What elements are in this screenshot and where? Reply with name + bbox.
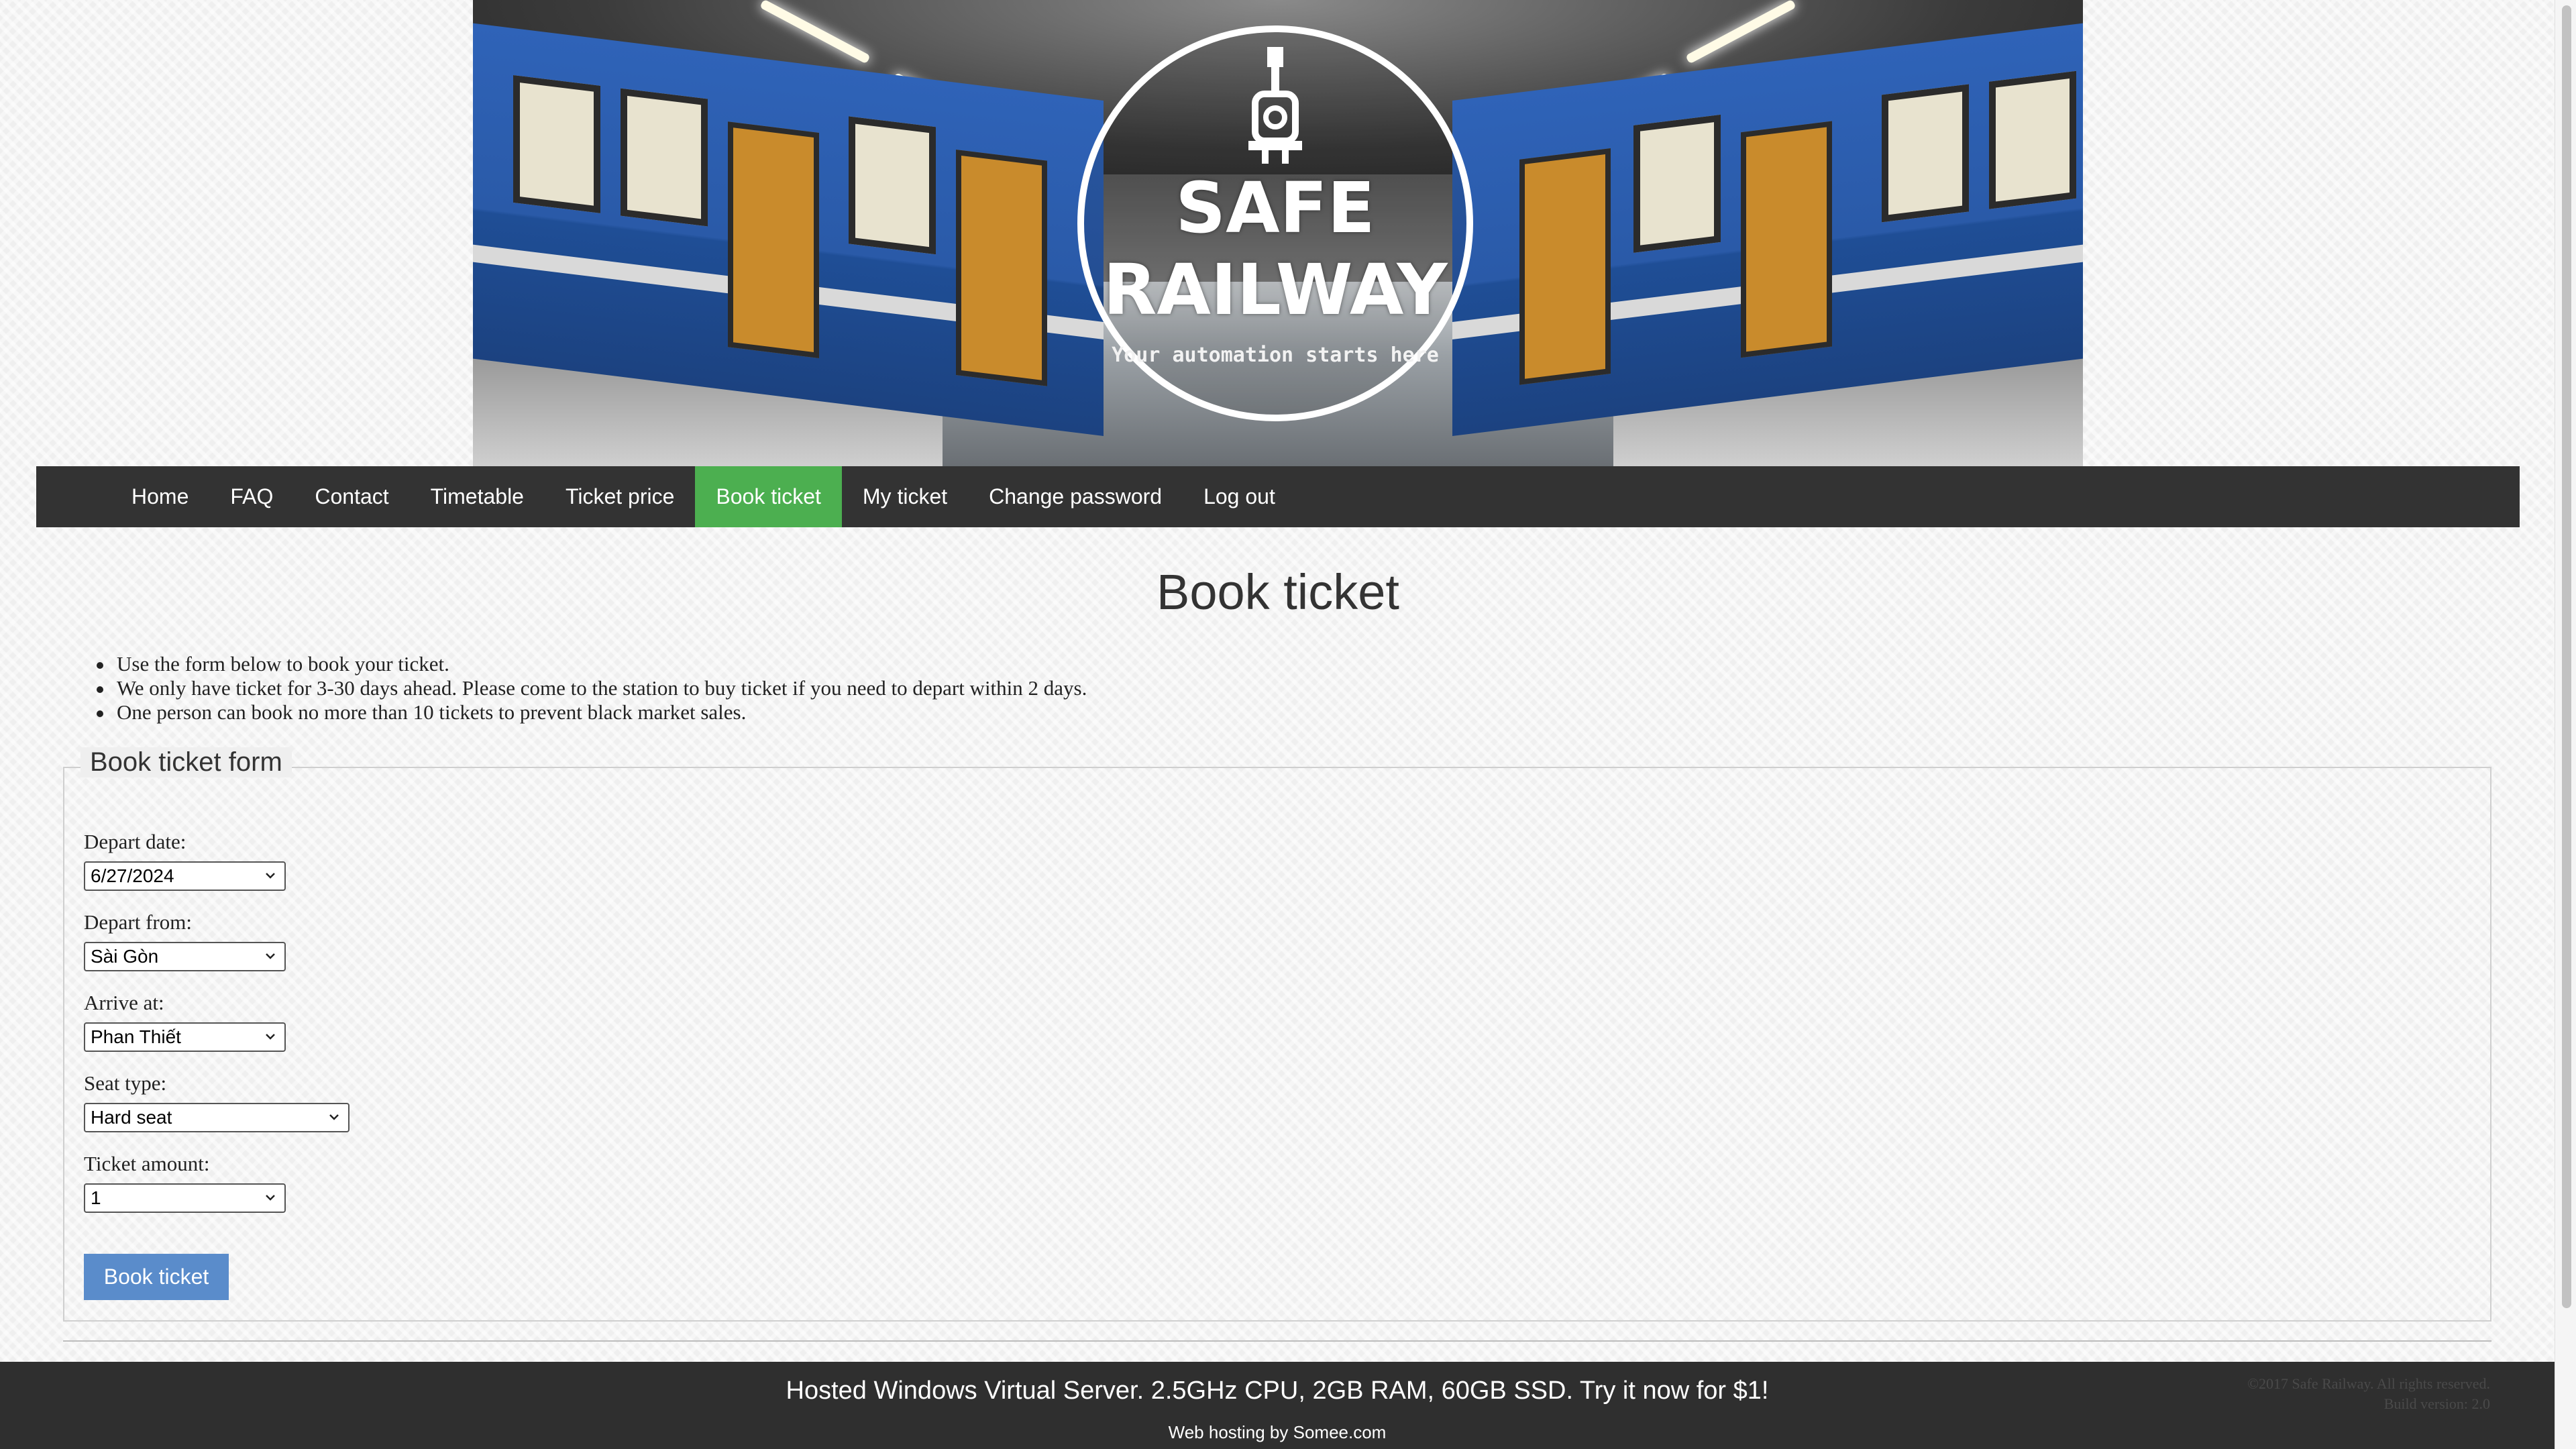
arrive-at-select[interactable]: Phan Thiết	[84, 1022, 286, 1052]
train-door	[1741, 121, 1832, 358]
nav-ticket-price[interactable]: Ticket price	[545, 466, 695, 527]
train-window	[513, 74, 600, 213]
list-item: One person can book no more than 10 tick…	[93, 700, 1087, 724]
content-divider	[63, 1340, 2491, 1342]
train-logo-icon	[1248, 47, 1302, 164]
nav-book-ticket[interactable]: Book ticket	[695, 466, 842, 527]
instructions-list: Use the form below to book your ticket. …	[93, 652, 1087, 724]
copyright-text: ©2017 Safe Railway. All rights reserved.	[2247, 1375, 2490, 1392]
chevron-down-icon	[266, 953, 275, 959]
depart-from-select[interactable]: Sài Gòn	[84, 942, 286, 971]
logo-title-line2: RAILWAY	[1103, 249, 1448, 331]
seat-type-label: Seat type:	[84, 1071, 167, 1095]
chevron-down-icon	[329, 1114, 339, 1120]
nav-change-password[interactable]: Change password	[968, 466, 1183, 527]
train-door	[956, 149, 1047, 386]
depart-from-label: Depart from:	[84, 910, 192, 934]
ticket-amount-select[interactable]: 1	[84, 1183, 286, 1213]
form-legend: Book ticket form	[80, 747, 292, 777]
nav-timetable[interactable]: Timetable	[410, 466, 545, 527]
depart-date-label: Depart date:	[84, 830, 186, 853]
book-ticket-fieldset	[63, 767, 2491, 1322]
ticket-amount-value: 1	[91, 1187, 101, 1208]
scrollbar-thumb[interactable]	[2562, 5, 2571, 1308]
book-ticket-button[interactable]: Book ticket	[84, 1254, 229, 1300]
nav-log-out[interactable]: Log out	[1183, 466, 1296, 527]
footer: Hosted Windows Virtual Server. 2.5GHz CP…	[0, 1362, 2555, 1449]
train-window	[1989, 70, 2076, 209]
seat-type-value: Hard seat	[91, 1107, 172, 1128]
depart-from-value: Sài Gòn	[91, 946, 159, 967]
nav-home[interactable]: Home	[111, 466, 209, 527]
train-door	[728, 121, 819, 358]
copyright-block: ©2017 Safe Railway. All rights reserved.…	[2247, 1374, 2490, 1414]
logo-title-line1: SAFE	[1175, 167, 1375, 249]
train-door	[1519, 148, 1611, 385]
nav-faq[interactable]: FAQ	[209, 466, 294, 527]
chevron-down-icon	[266, 873, 275, 879]
depart-date-value: 6/27/2024	[91, 865, 174, 886]
hosting-credit-link[interactable]: Web hosting by Somee.com	[0, 1422, 2555, 1443]
logo-tagline: Your automation starts here	[1112, 343, 1439, 367]
nav-contact[interactable]: Contact	[294, 466, 409, 527]
arrive-at-label: Arrive at:	[84, 991, 164, 1014]
list-item: We only have ticket for 3-30 days ahead.…	[93, 676, 1087, 700]
page-title: Book ticket	[1157, 564, 1399, 620]
seat-type-select[interactable]: Hard seat	[84, 1103, 350, 1132]
train-window	[1633, 114, 1721, 253]
build-version: Build version: 2.0	[2383, 1395, 2490, 1412]
chevron-down-icon	[266, 1195, 275, 1201]
train-window	[1882, 84, 1969, 223]
list-item: Use the form below to book your ticket.	[93, 652, 1087, 676]
nav-my-ticket[interactable]: My ticket	[842, 466, 968, 527]
main-nav: Home FAQ Contact Timetable Ticket price …	[36, 466, 2520, 527]
hosting-ad-link[interactable]: Hosted Windows Virtual Server. 2.5GHz CP…	[0, 1377, 2555, 1405]
page-scrollbar[interactable]	[2555, 0, 2576, 1449]
chevron-down-icon	[266, 1034, 275, 1040]
train-window	[621, 88, 708, 227]
ticket-amount-label: Ticket amount:	[84, 1152, 210, 1175]
train-window	[849, 116, 936, 255]
arrive-at-value: Phan Thiết	[91, 1026, 181, 1047]
depart-date-select[interactable]: 6/27/2024	[84, 861, 286, 891]
